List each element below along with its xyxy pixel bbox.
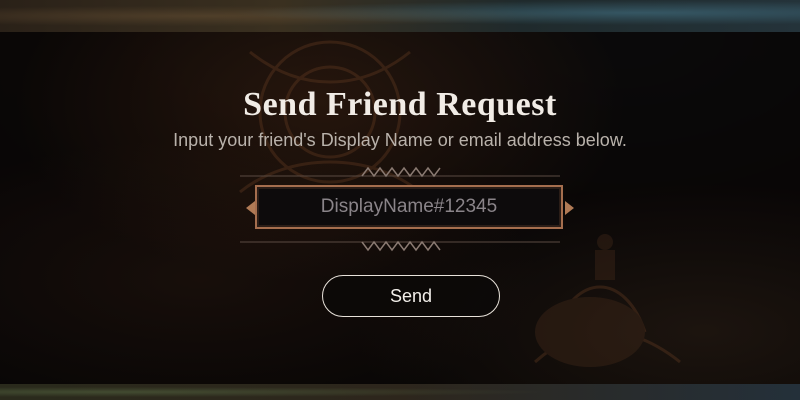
display-name-field-frame	[243, 182, 577, 234]
display-name-input-box	[255, 185, 563, 229]
send-button[interactable]: Send	[322, 275, 500, 317]
game-screen: Send Friend Request Input your friend's …	[0, 0, 800, 400]
ornament-divider-icon	[240, 240, 560, 252]
background-artwork-top	[0, 0, 800, 32]
dialog-subtitle: Input your friend's Display Name or emai…	[173, 130, 627, 150]
ornament-divider-icon	[240, 166, 560, 178]
friend-request-modal: Send Friend Request Input your friend's …	[0, 32, 800, 384]
background-artwork-bottom	[0, 384, 800, 400]
display-name-input[interactable]	[257, 187, 561, 227]
dialog-title: Send Friend Request	[243, 86, 557, 123]
field-frame-tip-icon	[246, 201, 255, 215]
field-frame-tip-icon	[565, 201, 574, 215]
